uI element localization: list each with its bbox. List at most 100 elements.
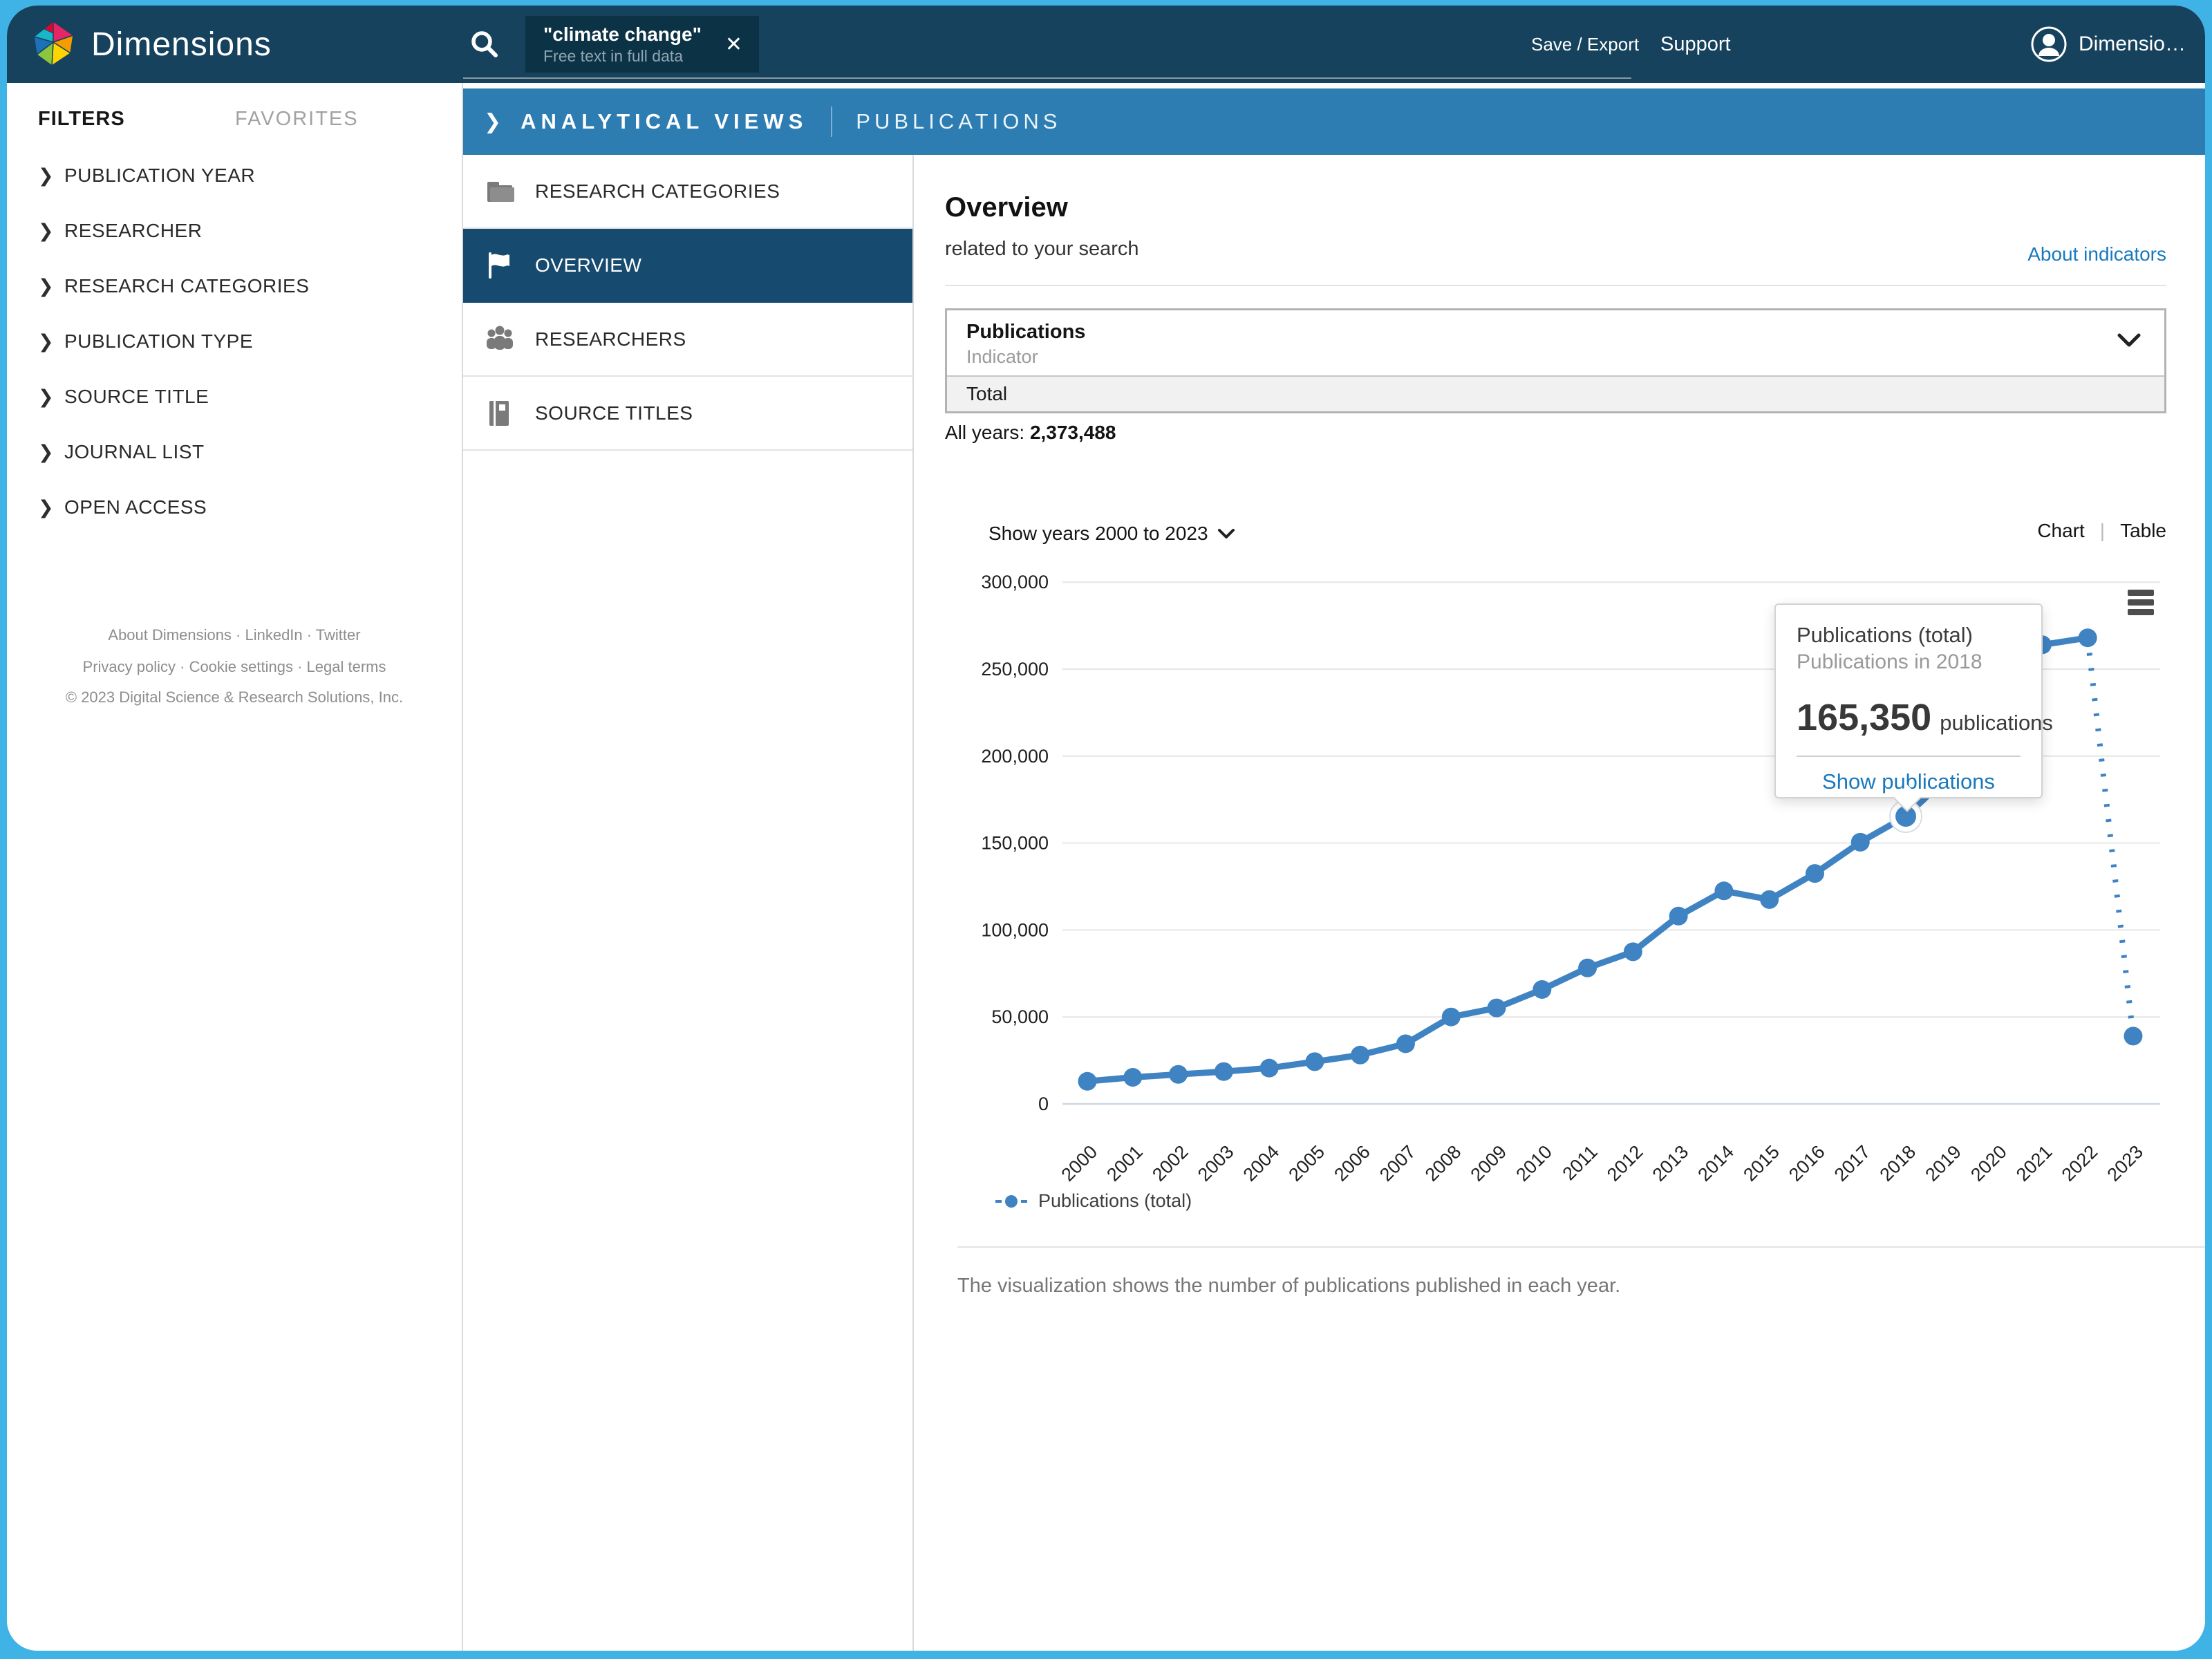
data-point-2015[interactable] [1760, 890, 1779, 909]
user-name: Dimensio… [2078, 32, 2186, 55]
data-point-2010[interactable] [1533, 980, 1552, 999]
x-axis-tick-label: 2010 [1512, 1141, 1556, 1185]
nav-item-researchers[interactable]: RESEARCHERS [463, 303, 912, 377]
filter-publication-type[interactable]: ❯ PUBLICATION TYPE [7, 326, 462, 357]
breadcrumb-separator [831, 106, 833, 137]
brand-name: Dimensions [91, 26, 272, 63]
chevron-right-icon: ❯ [38, 496, 54, 518]
show-years-control[interactable]: Show years 2000 to 2023 [988, 523, 1235, 545]
tab-filters[interactable]: FILTERS [38, 108, 125, 131]
page-subtitle: related to your search [945, 238, 1139, 260]
indicator-name: Publications [966, 321, 1086, 343]
y-axis-tick-label: 0 [1038, 1094, 1049, 1114]
data-point-2000[interactable] [1078, 1071, 1097, 1091]
collapse-views-icon[interactable]: ❯ [484, 110, 501, 134]
nav-item-overview[interactable]: OVERVIEW [463, 229, 912, 303]
x-axis-tick-label: 2004 [1239, 1141, 1284, 1185]
x-axis-tick-label: 2006 [1330, 1141, 1374, 1185]
data-point-2016[interactable] [1805, 864, 1824, 883]
filter-research-categories[interactable]: ❯ RESEARCH CATEGORIES [7, 270, 462, 302]
x-axis-tick-label: 2017 [1830, 1141, 1875, 1185]
dimensions-gem-icon [32, 20, 75, 67]
flag-icon [489, 252, 509, 279]
data-point-2012[interactable] [1623, 942, 1642, 962]
data-point-2011[interactable] [1578, 958, 1597, 977]
x-axis-tick-label: 2005 [1284, 1141, 1329, 1185]
data-point-2014[interactable] [1714, 881, 1734, 901]
search-term-chip[interactable]: "climate change" Free text in full data … [525, 16, 759, 73]
all-years-value: 2,373,488 [1029, 422, 1116, 443]
filter-journal-list[interactable]: ❯ JOURNAL LIST [7, 436, 462, 468]
data-point-2005[interactable] [1305, 1052, 1324, 1071]
x-axis-tick-label: 2007 [1376, 1141, 1420, 1185]
x-axis-tick-label: 2012 [1603, 1141, 1647, 1185]
data-point-2022[interactable] [2078, 628, 2097, 648]
data-point-2008[interactable] [1441, 1007, 1461, 1027]
toggle-table[interactable]: Table [2120, 520, 2166, 542]
y-axis-tick-label: 200,000 [981, 746, 1049, 767]
save-export-button[interactable]: Save / Export [1531, 6, 1639, 83]
legend-item-publications-total[interactable]: Publications (total) [995, 1190, 1192, 1212]
support-button[interactable]: Support [1660, 6, 1731, 83]
data-point-2001[interactable] [1123, 1068, 1143, 1087]
book-icon [489, 400, 509, 426]
nav-item-source-titles[interactable]: SOURCE TITLES [463, 377, 912, 451]
indicator-type-label: Indicator [966, 346, 1038, 367]
about-indicators-link[interactable]: About indicators [2027, 243, 2166, 265]
page-title: Overview [945, 192, 1068, 223]
data-point-2003[interactable] [1214, 1062, 1233, 1081]
data-point-2009[interactable] [1487, 998, 1506, 1018]
x-axis-tick-label: 2009 [1467, 1141, 1511, 1185]
x-axis-tick-label: 2015 [1739, 1141, 1783, 1185]
data-point-2013[interactable] [1669, 906, 1688, 926]
filter-publication-year[interactable]: ❯ PUBLICATION YEAR [7, 160, 462, 191]
data-point-2002[interactable] [1169, 1065, 1188, 1084]
x-axis-tick-label: 2002 [1148, 1141, 1192, 1185]
close-icon[interactable]: ✕ [725, 32, 742, 57]
top-bar: Dimensions "climate change" Free text in… [7, 6, 2205, 83]
data-point-2007[interactable] [1396, 1034, 1415, 1053]
x-axis-tick-label: 2014 [1694, 1141, 1738, 1185]
data-point-2006[interactable] [1351, 1045, 1370, 1065]
people-icon [487, 326, 513, 350]
nav-item-research-categories[interactable]: RESEARCH CATEGORIES [463, 155, 912, 229]
data-point-2023[interactable] [2124, 1027, 2143, 1046]
tooltip-year-label: Publications in 2018 [1797, 650, 1983, 673]
breadcrumb-page: PUBLICATIONS [856, 109, 1062, 133]
data-point-2004[interactable] [1259, 1058, 1279, 1078]
user-avatar-icon [2031, 26, 2067, 62]
x-axis-tick-label: 2011 [1559, 1141, 1602, 1184]
y-axis-tick-label: 150,000 [981, 833, 1049, 854]
tooltip-series-name: Publications (total) [1797, 623, 1974, 647]
chevron-down-icon [2117, 333, 2141, 347]
y-axis-tick-label: 300,000 [981, 572, 1049, 592]
y-axis-tick-label: 100,000 [981, 919, 1049, 940]
folder-icon [487, 181, 514, 202]
footer-links-social[interactable]: About Dimensions · LinkedIn · Twitter [7, 626, 462, 644]
chart-menu-icon[interactable] [2128, 590, 2154, 619]
search-scope: Free text in full data [543, 47, 683, 65]
chevron-right-icon: ❯ [38, 386, 54, 407]
filter-researcher[interactable]: ❯ RESEARCHER [7, 215, 462, 247]
x-axis-tick-label: 2003 [1194, 1141, 1238, 1185]
tab-favorites[interactable]: FAVORITES [235, 108, 359, 131]
footer-copyright: © 2023 Digital Science & Research Soluti… [65, 688, 404, 706]
search-query: "climate change" [543, 24, 702, 45]
topbar-divider [463, 77, 1631, 79]
x-axis-tick-label: 2018 [1876, 1141, 1920, 1185]
footer-links-legal[interactable]: Privacy policy · Cookie settings · Legal… [7, 658, 462, 676]
all-years-total: All years: 2,373,488 [945, 422, 1116, 443]
data-point-2017[interactable] [1850, 832, 1870, 852]
indicator-dropdown[interactable]: Publications Indicator Total [945, 308, 2166, 413]
toggle-separator: | [2099, 520, 2106, 541]
user-menu[interactable]: Dimensio… [2030, 6, 2186, 83]
chevron-right-icon: ❯ [38, 330, 54, 352]
dimensions-logo[interactable]: Dimensions [30, 6, 272, 83]
search-icon[interactable] [469, 28, 500, 60]
x-axis-tick-label: 2000 [1058, 1141, 1102, 1185]
filter-open-access[interactable]: ❯ OPEN ACCESS [7, 491, 462, 523]
filter-source-title[interactable]: ❯ SOURCE TITLE [7, 381, 462, 413]
breadcrumb-section[interactable]: ANALYTICAL VIEWS [521, 109, 807, 134]
indicator-option-total[interactable]: Total [947, 375, 2164, 411]
toggle-chart[interactable]: Chart [2037, 520, 2084, 542]
